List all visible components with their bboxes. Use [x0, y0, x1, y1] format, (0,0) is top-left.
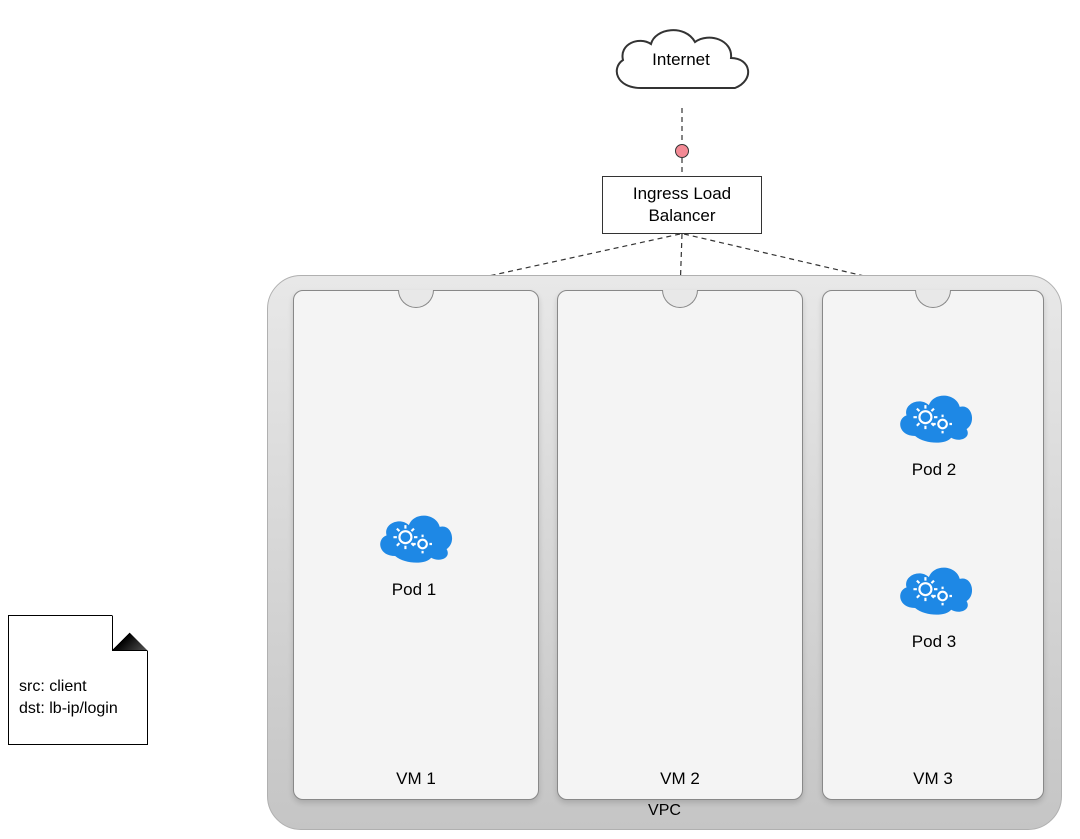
- pod-label-1: Pod 1: [354, 580, 474, 600]
- connection-dot-icon: [675, 144, 689, 158]
- vm-notch-icon: [398, 290, 434, 308]
- vm-box-2: VM 2: [557, 290, 803, 800]
- note-line-src: src: client: [19, 676, 137, 698]
- request-packet-note: src: client dst: lb-ip/login: [8, 615, 148, 745]
- ingress-load-balancer-box: Ingress Load Balancer: [602, 176, 762, 234]
- vm-label-3: VM 3: [823, 769, 1043, 789]
- pod-cloud-icon: [889, 560, 979, 620]
- pod-cloud-icon: [369, 508, 459, 568]
- pod-label-3: Pod 3: [874, 632, 994, 652]
- document-fold-icon: [112, 615, 148, 651]
- pod-cloud-icon: [889, 388, 979, 448]
- vm-notch-icon: [915, 290, 951, 308]
- pod-label-2: Pod 2: [874, 460, 994, 480]
- ingress-load-balancer-label: Ingress Load Balancer: [633, 183, 731, 227]
- vm-box-3: VM 3: [822, 290, 1044, 800]
- vm-label-1: VM 1: [294, 769, 538, 789]
- vm-label-2: VM 2: [558, 769, 802, 789]
- vm-notch-icon: [662, 290, 698, 308]
- diagram-canvas: Internet Ingress Load Balancer VPC VM 1 …: [0, 0, 1080, 839]
- internet-label: Internet: [601, 50, 761, 70]
- note-line-dst: dst: lb-ip/login: [19, 698, 137, 720]
- vpc-label: VPC: [267, 802, 1062, 820]
